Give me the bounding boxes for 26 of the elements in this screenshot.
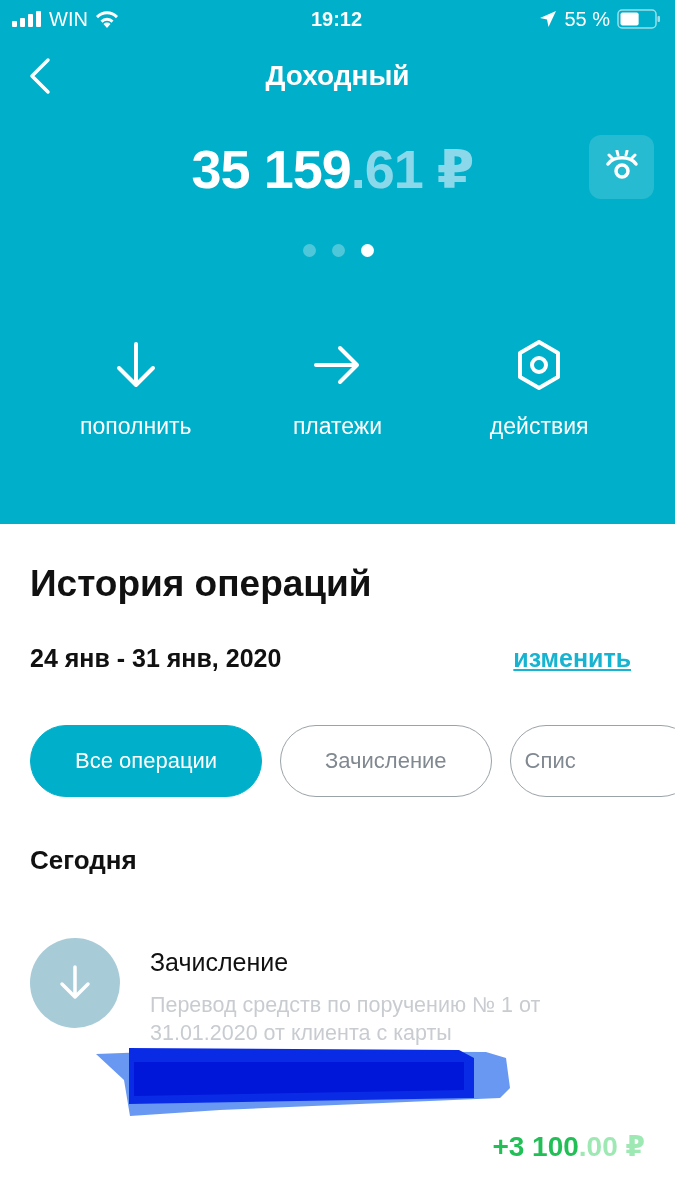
signal-icon [12,11,42,27]
section-title: История операций [30,562,373,606]
balance-amount: 35 159.61 ₽ [191,137,474,201]
group-title: Сегодня [30,845,138,876]
operation-title: Зачисление [150,948,290,977]
page-dot[interactable] [361,244,374,257]
action-button[interactable]: платежи [236,339,439,440]
filter-chip[interactable]: Зачисление [280,725,492,797]
page-dot[interactable] [332,244,345,257]
eye-button[interactable] [589,135,654,199]
battery-percent: 55 % [564,7,610,31]
change-link[interactable]: изменить [513,644,631,673]
battery-icon [617,9,661,29]
carrier-name: WIN [49,7,88,31]
filter-chip[interactable]: Все операции [30,725,263,797]
back-button[interactable] [28,57,52,95]
location-icon [539,10,558,28]
page-dot[interactable] [303,244,316,257]
period-dates: 24 янв - 31 янв, 2020 [30,644,282,673]
wifi-icon [94,10,119,28]
status-time: 19:12 [310,7,363,31]
action-button[interactable]: действия [438,339,640,440]
account-title: Доходный [265,60,410,92]
operation-amount: +3 100.00 ₽ [492,1130,645,1163]
filter-chip[interactable]: Спис [509,725,675,797]
action-button[interactable]: пополнить [35,339,237,440]
